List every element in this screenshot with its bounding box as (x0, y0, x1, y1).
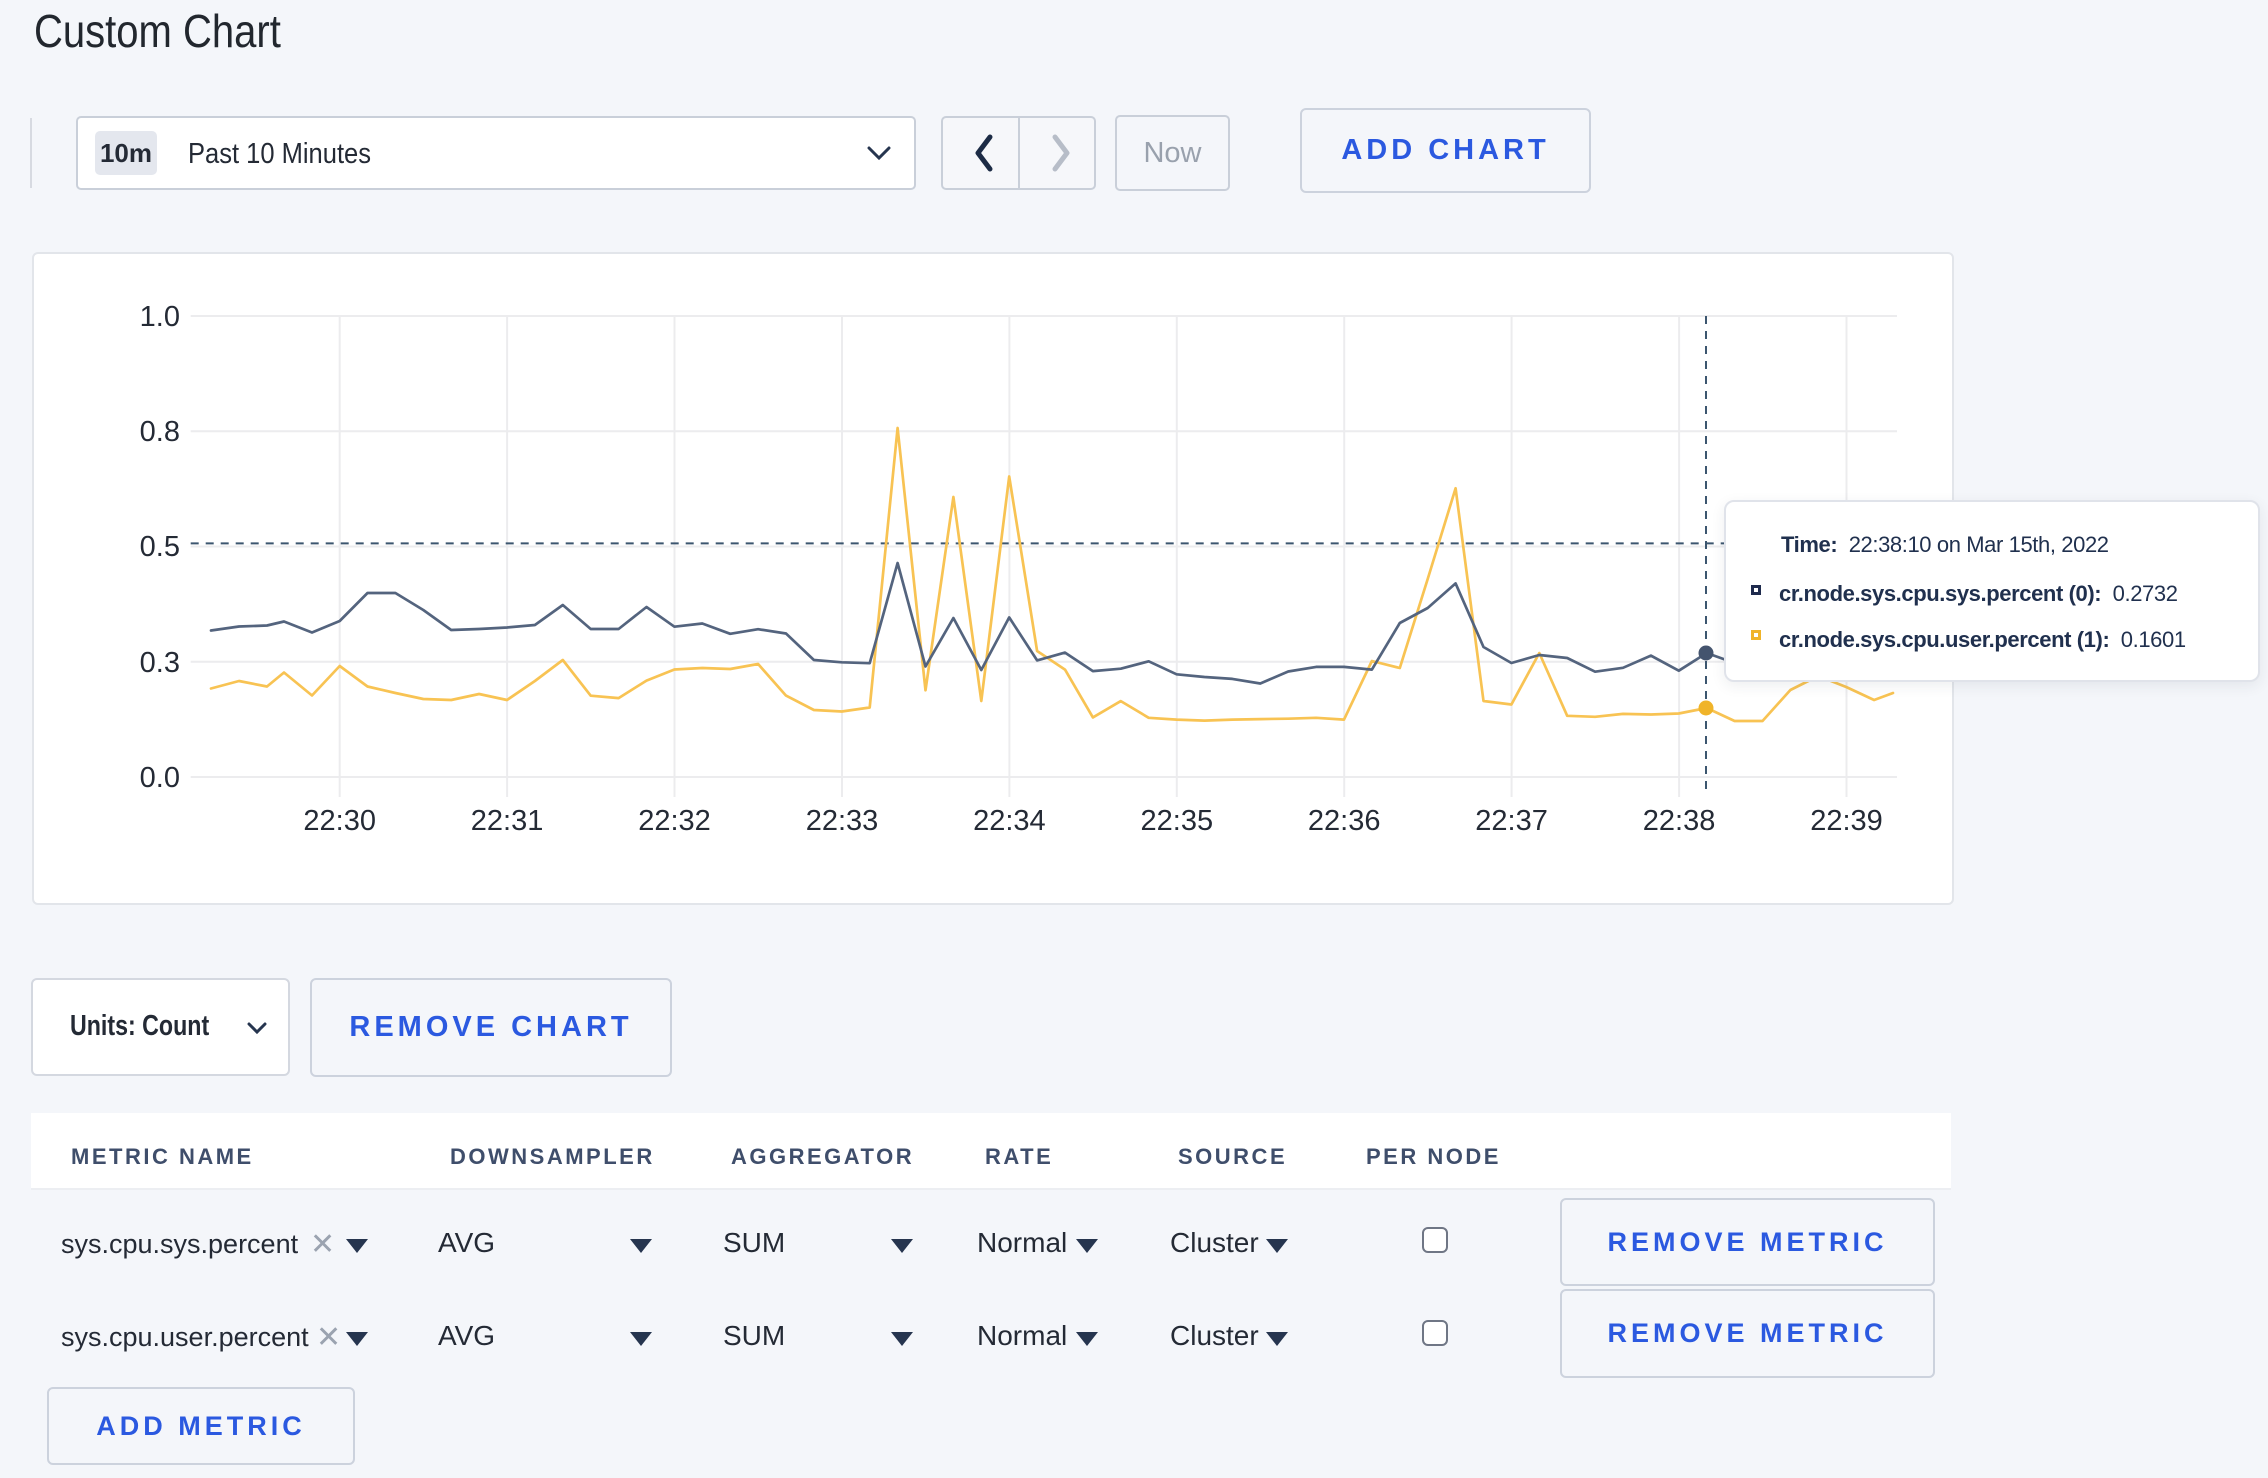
svg-text:22:30: 22:30 (303, 805, 376, 837)
svg-text:0.3: 0.3 (140, 647, 180, 679)
svg-text:22:39: 22:39 (1810, 805, 1883, 837)
svg-text:22:31: 22:31 (471, 805, 544, 837)
svg-text:1.0: 1.0 (140, 301, 180, 333)
svg-text:22:38: 22:38 (1643, 805, 1716, 837)
svg-text:22:35: 22:35 (1141, 805, 1214, 837)
svg-text:22:37: 22:37 (1475, 805, 1548, 837)
svg-text:22:33: 22:33 (806, 805, 879, 837)
svg-text:22:34: 22:34 (973, 805, 1046, 837)
svg-text:0.5: 0.5 (140, 531, 180, 563)
svg-text:0.0: 0.0 (140, 762, 180, 794)
svg-text:0.8: 0.8 (140, 416, 180, 448)
svg-text:22:36: 22:36 (1308, 805, 1381, 837)
svg-text:22:32: 22:32 (638, 805, 711, 837)
